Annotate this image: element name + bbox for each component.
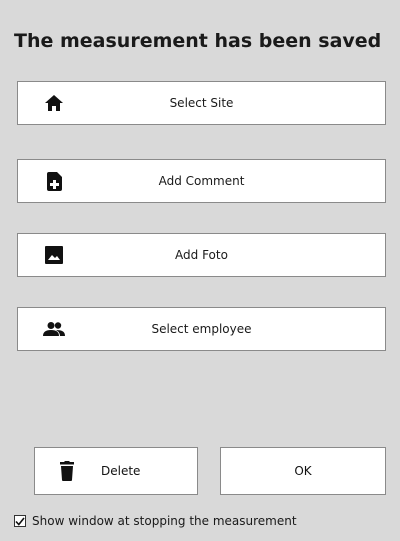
image-icon — [42, 243, 66, 267]
ok-label: OK — [294, 464, 312, 478]
home-icon — [42, 91, 66, 115]
select-site-button[interactable]: Select Site — [17, 81, 386, 125]
select-site-label: Select Site — [169, 96, 234, 110]
add-foto-label: Add Foto — [175, 248, 228, 262]
trash-icon — [57, 459, 77, 483]
show-window-checkbox[interactable] — [14, 515, 26, 527]
dialog-title: The measurement has been saved — [14, 30, 382, 52]
show-window-checkbox-label[interactable]: Show window at stopping the measurement — [32, 514, 297, 528]
add-document-icon — [42, 169, 66, 193]
delete-button[interactable]: Delete — [34, 447, 198, 495]
add-comment-label: Add Comment — [158, 174, 245, 188]
show-window-option: Show window at stopping the measurement — [14, 514, 297, 528]
select-employee-label: Select employee — [151, 322, 252, 336]
ok-button[interactable]: OK — [220, 447, 386, 495]
people-icon — [42, 317, 66, 341]
add-foto-button[interactable]: Add Foto — [17, 233, 386, 277]
delete-label: Delete — [101, 464, 141, 478]
add-comment-button[interactable]: Add Comment — [17, 159, 386, 203]
select-employee-button[interactable]: Select employee — [17, 307, 386, 351]
